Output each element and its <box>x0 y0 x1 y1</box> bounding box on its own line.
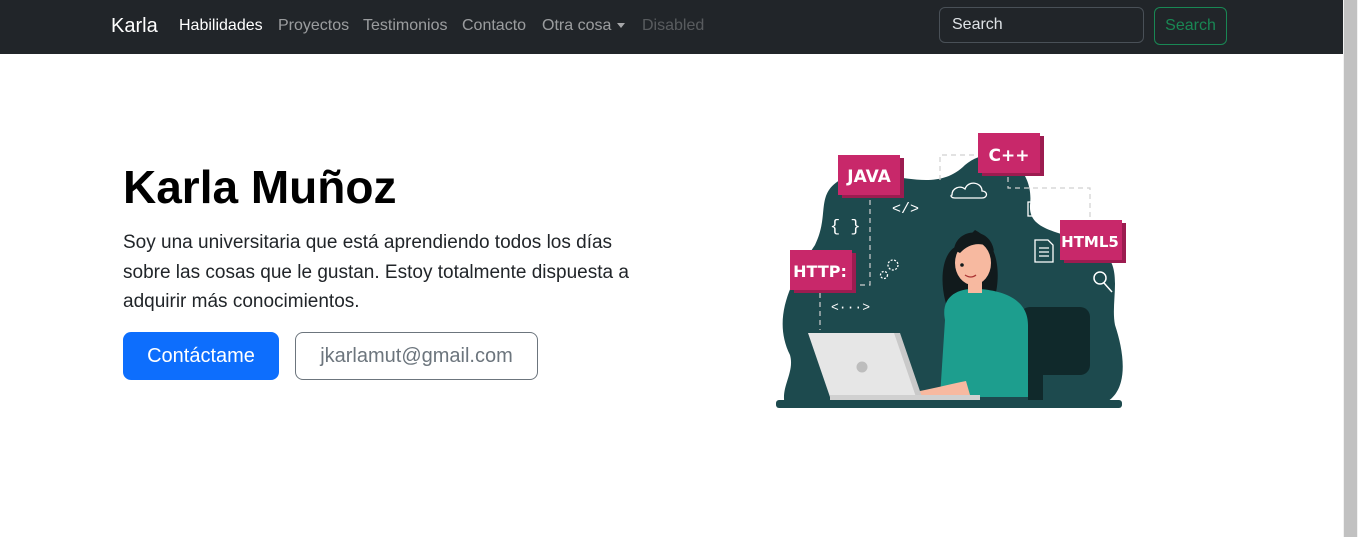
search-button[interactable]: Search <box>1154 7 1227 45</box>
tag-http: HTTP: <box>790 250 856 293</box>
caret-down-icon <box>617 23 626 29</box>
tag-java-label: JAVA <box>846 167 891 187</box>
nav-link-proyectos[interactable]: Proyectos <box>278 17 349 35</box>
top-navbar: Karla Habilidades Proyectos Testimonios … <box>0 0 1343 54</box>
hero-description: Soy una universitaria que está aprendien… <box>123 232 629 312</box>
email-button[interactable]: jkarlamut@gmail.com <box>295 332 538 380</box>
tag-cpp-label: C++ <box>989 146 1030 166</box>
contact-button[interactable]: Contáctame <box>123 332 279 380</box>
folder-icon <box>1027 201 1049 217</box>
nav-link-disabled: Disabled <box>642 17 705 34</box>
code-symbol-dots: <···> <box>831 300 870 315</box>
hero-title: Karla Muñoz <box>123 161 397 213</box>
nav-link-habilidades[interactable]: Habilidades <box>179 17 263 35</box>
scrollbar-thumb[interactable] <box>1344 0 1357 537</box>
nav-link-testimonios[interactable]: Testimonios <box>363 17 447 35</box>
search-input[interactable] <box>939 7 1144 43</box>
nav-link-contacto[interactable]: Contacto <box>462 17 526 35</box>
navbar-brand[interactable]: Karla <box>111 15 158 38</box>
nav-dropdown-label: Otra cosa <box>542 17 612 34</box>
tag-http-label: HTTP: <box>793 262 847 281</box>
code-symbol-tag: </> <box>892 201 919 218</box>
tag-html5-label: HTML5 <box>1061 233 1119 251</box>
tag-html5: HTML5 <box>1060 220 1126 263</box>
nav-dropdown-otra-cosa[interactable]: Otra cosa <box>542 17 626 35</box>
developer-illustration: </> { } <···> JAVA C++ HTML5 HTTP: <box>776 133 1126 408</box>
code-symbol-braces: { } <box>830 218 861 237</box>
tag-cpp: C++ <box>978 133 1044 176</box>
tag-java: JAVA <box>838 155 904 198</box>
desk <box>776 400 1122 408</box>
